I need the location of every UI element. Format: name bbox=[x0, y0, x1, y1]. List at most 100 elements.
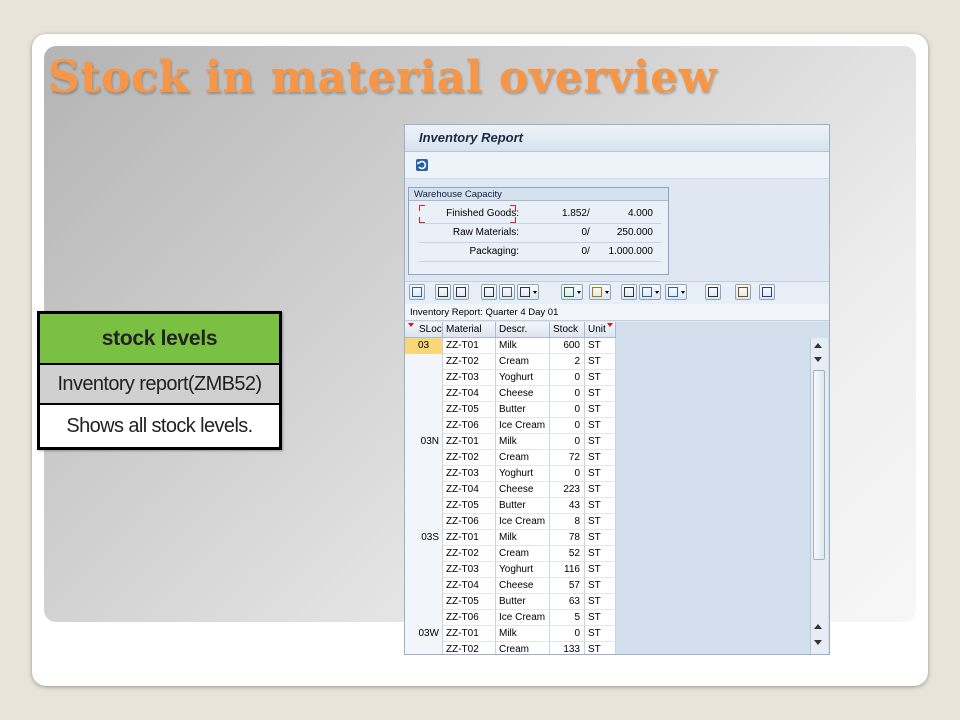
cell-material[interactable]: ZZ-T01 bbox=[443, 338, 496, 354]
cell-sloc[interactable] bbox=[405, 594, 443, 610]
cell-sloc[interactable]: 03N bbox=[405, 434, 443, 450]
cell-material[interactable]: ZZ-T02 bbox=[443, 546, 496, 562]
sort-descending-button[interactable] bbox=[453, 284, 469, 300]
scroll-down-icon[interactable] bbox=[814, 640, 822, 645]
cell-sloc[interactable] bbox=[405, 402, 443, 418]
cell-material[interactable]: ZZ-T01 bbox=[443, 530, 496, 546]
cell-sloc[interactable] bbox=[405, 562, 443, 578]
cell-descr[interactable]: Cream bbox=[496, 546, 550, 562]
cell-material[interactable]: ZZ-T02 bbox=[443, 450, 496, 466]
cell-sloc[interactable] bbox=[405, 370, 443, 386]
cell-stock[interactable]: 116 bbox=[550, 562, 585, 578]
subtotal-button[interactable] bbox=[589, 284, 611, 300]
cell-sloc[interactable]: 03S bbox=[405, 530, 443, 546]
cell-descr[interactable]: Milk bbox=[496, 434, 550, 450]
cell-unit[interactable]: ST bbox=[585, 466, 616, 482]
cell-stock[interactable]: 0 bbox=[550, 418, 585, 434]
page-down-icon[interactable] bbox=[814, 357, 822, 362]
cell-stock[interactable]: 8 bbox=[550, 514, 585, 530]
cell-sloc[interactable] bbox=[405, 498, 443, 514]
cell-sloc[interactable] bbox=[405, 354, 443, 370]
cell-stock[interactable]: 0 bbox=[550, 370, 585, 386]
cell-material[interactable]: ZZ-T04 bbox=[443, 578, 496, 594]
print-preview-button[interactable] bbox=[621, 284, 637, 300]
cell-sloc[interactable] bbox=[405, 578, 443, 594]
cell-material[interactable]: ZZ-T06 bbox=[443, 418, 496, 434]
cell-sloc[interactable] bbox=[405, 642, 443, 654]
sort-ascending-button[interactable] bbox=[435, 284, 451, 300]
cell-descr[interactable]: Milk bbox=[496, 338, 550, 354]
scrollbar-thumb[interactable] bbox=[813, 370, 825, 560]
cell-stock[interactable]: 43 bbox=[550, 498, 585, 514]
cell-descr[interactable]: Cheese bbox=[496, 386, 550, 402]
info-button[interactable] bbox=[759, 284, 775, 300]
refresh-execute-icon[interactable] bbox=[415, 158, 429, 172]
cell-sloc[interactable] bbox=[405, 466, 443, 482]
column-header-sloc[interactable]: SLoc bbox=[405, 322, 443, 338]
cell-unit[interactable]: ST bbox=[585, 338, 616, 354]
cell-stock[interactable]: 78 bbox=[550, 530, 585, 546]
cell-stock[interactable]: 0 bbox=[550, 434, 585, 450]
cell-sloc[interactable]: 03W bbox=[405, 626, 443, 642]
cell-stock[interactable]: 63 bbox=[550, 594, 585, 610]
layout-button[interactable] bbox=[705, 284, 721, 300]
select-layout-button[interactable] bbox=[735, 284, 751, 300]
cell-sloc[interactable]: 03 bbox=[405, 338, 443, 354]
cell-stock[interactable]: 0 bbox=[550, 466, 585, 482]
cell-unit[interactable]: ST bbox=[585, 434, 616, 450]
cell-stock[interactable]: 0 bbox=[550, 386, 585, 402]
find-next-button[interactable] bbox=[499, 284, 515, 300]
cell-descr[interactable]: Milk bbox=[496, 530, 550, 546]
cell-descr[interactable]: Cheese bbox=[496, 578, 550, 594]
cell-material[interactable]: ZZ-T04 bbox=[443, 386, 496, 402]
cell-descr[interactable]: Milk bbox=[496, 626, 550, 642]
cell-material[interactable]: ZZ-T05 bbox=[443, 498, 496, 514]
cell-descr[interactable]: Yoghurt bbox=[496, 562, 550, 578]
cell-unit[interactable]: ST bbox=[585, 514, 616, 530]
cell-unit[interactable]: ST bbox=[585, 386, 616, 402]
page-up-icon[interactable] bbox=[814, 624, 822, 629]
details-button[interactable] bbox=[409, 284, 425, 300]
cell-material[interactable]: ZZ-T06 bbox=[443, 514, 496, 530]
cell-descr[interactable]: Ice Cream bbox=[496, 610, 550, 626]
column-header-stock[interactable]: Stock bbox=[550, 322, 585, 338]
cell-unit[interactable]: ST bbox=[585, 594, 616, 610]
column-header-unit[interactable]: Unit bbox=[585, 322, 616, 338]
cell-sloc[interactable] bbox=[405, 418, 443, 434]
cell-descr[interactable]: Cheese bbox=[496, 482, 550, 498]
cell-stock[interactable]: 0 bbox=[550, 626, 585, 642]
cell-unit[interactable]: ST bbox=[585, 626, 616, 642]
cell-material[interactable]: ZZ-T02 bbox=[443, 642, 496, 654]
cell-unit[interactable]: ST bbox=[585, 370, 616, 386]
find-button[interactable] bbox=[481, 284, 497, 300]
cell-unit[interactable]: ST bbox=[585, 354, 616, 370]
cell-unit[interactable]: ST bbox=[585, 610, 616, 626]
cell-sloc[interactable] bbox=[405, 514, 443, 530]
cell-descr[interactable]: Ice Cream bbox=[496, 418, 550, 434]
cell-sloc[interactable] bbox=[405, 482, 443, 498]
cell-stock[interactable]: 223 bbox=[550, 482, 585, 498]
column-header-descr[interactable]: Descr. bbox=[496, 322, 550, 338]
cell-descr[interactable]: Butter bbox=[496, 498, 550, 514]
cell-descr[interactable]: Yoghurt bbox=[496, 370, 550, 386]
cell-unit[interactable]: ST bbox=[585, 562, 616, 578]
cell-material[interactable]: ZZ-T06 bbox=[443, 610, 496, 626]
cell-material[interactable]: ZZ-T05 bbox=[443, 594, 496, 610]
cell-unit[interactable]: ST bbox=[585, 418, 616, 434]
cell-stock[interactable]: 0 bbox=[550, 402, 585, 418]
cell-unit[interactable]: ST bbox=[585, 546, 616, 562]
cell-material[interactable]: ZZ-T03 bbox=[443, 370, 496, 386]
cell-stock[interactable]: 52 bbox=[550, 546, 585, 562]
cell-unit[interactable]: ST bbox=[585, 530, 616, 546]
cell-unit[interactable]: ST bbox=[585, 482, 616, 498]
export-button[interactable] bbox=[639, 284, 661, 300]
filter-button[interactable] bbox=[517, 284, 539, 300]
cell-stock[interactable]: 133 bbox=[550, 642, 585, 654]
cell-unit[interactable]: ST bbox=[585, 578, 616, 594]
cell-stock[interactable]: 600 bbox=[550, 338, 585, 354]
cell-descr[interactable]: Yoghurt bbox=[496, 466, 550, 482]
cell-descr[interactable]: Cream bbox=[496, 642, 550, 654]
cell-descr[interactable]: Cream bbox=[496, 354, 550, 370]
cell-stock[interactable]: 72 bbox=[550, 450, 585, 466]
cell-material[interactable]: ZZ-T04 bbox=[443, 482, 496, 498]
